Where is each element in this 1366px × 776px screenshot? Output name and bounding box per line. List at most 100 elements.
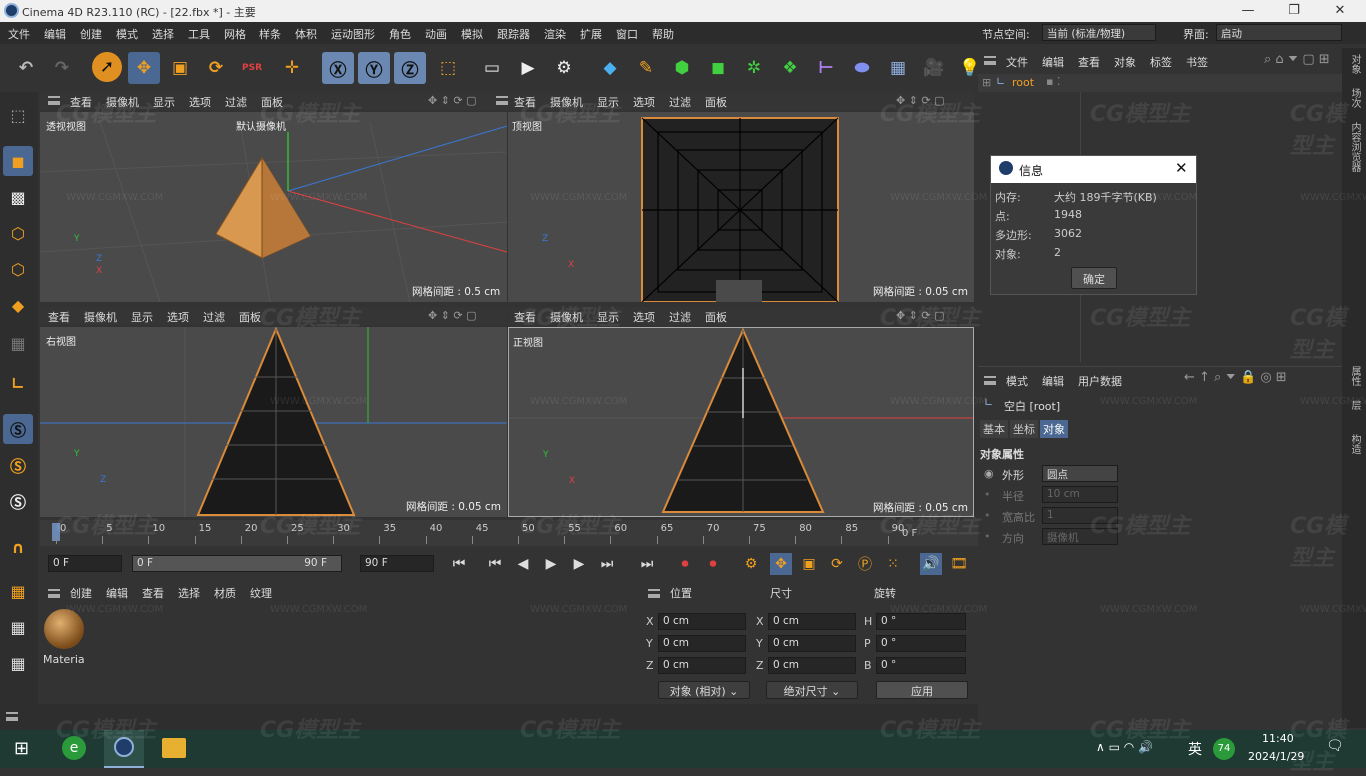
file-explorer-icon[interactable] [162,738,186,758]
mat-view-menu[interactable]: 查看 [142,585,164,601]
points-mode-icon[interactable]: ⬡ [3,218,33,248]
size-mode-select[interactable]: 绝对尺寸 ⌄ [766,681,858,699]
menu-character[interactable]: 角色 [389,26,411,42]
close-icon[interactable]: ✕ [1175,159,1188,177]
sound-icon[interactable]: 🔊 [920,553,942,575]
workplane-snap-icon[interactable]: Ⓢ [3,486,33,516]
previous-frame-icon[interactable]: ◀ [512,553,534,575]
start-frame-field[interactable]: 0 F [48,555,122,572]
windows-start-icon[interactable]: ⊞ [14,738,29,759]
attr-nav-icons[interactable]: ← ↑ ⌕ ⏷ 🔒 ◎ ⊞ [1184,370,1287,385]
mat-material-menu[interactable]: 材质 [214,585,236,601]
om-bookmarks-menu[interactable]: 书签 [1186,54,1208,70]
coord-field-rv-1[interactable]: 0 ° [876,635,966,652]
om-search-icons[interactable]: ⌕ ⌂ ⏷ ▢ ⊞ [1264,52,1330,67]
vp4-panel-menu[interactable]: 面板 [705,309,727,325]
key-rotation-icon[interactable]: ⟳ [826,553,848,575]
key-parameter-icon[interactable]: Ⓟ [854,553,876,575]
vp1-display-menu[interactable]: 显示 [153,94,175,110]
coord-field-pv-0[interactable]: 0 cm [658,613,746,630]
perspective-viewport[interactable]: 透视视图 默认摄像机 网格间距 : 0.5 cm Y Z X [40,112,507,302]
animate-dot-icon[interactable]: • [984,530,991,543]
axis-move-icon[interactable]: ✛ [276,52,308,84]
mat-create-menu[interactable]: 创建 [70,585,92,601]
end-frame-field[interactable]: 90 F [360,555,434,572]
film-icon[interactable]: 🎞 [948,553,970,575]
expand-icon[interactable]: ⊞ [982,76,991,89]
menu-tools[interactable]: 工具 [188,26,210,42]
right-tab[interactable]: 对象 [1347,54,1362,74]
z-axis-lock-icon[interactable]: Ⓩ [394,52,426,84]
key-scale-icon[interactable]: ▣ [798,553,820,575]
recent-tools-icon[interactable]: PSR [236,52,268,84]
menu-select[interactable]: 选择 [152,26,174,42]
material-thumbnail[interactable] [44,609,84,649]
interface-select[interactable]: 启动 [1216,24,1342,41]
magnet-icon[interactable]: ∩ [3,532,33,562]
prop-value[interactable]: 10 cm [1042,486,1118,503]
vp3-nav-icons[interactable]: ✥ ⇕ ⟳ ▢ [428,309,477,322]
menu-spline[interactable]: 样条 [259,26,281,42]
animate-dot-icon[interactable]: • [984,488,991,501]
om-view-menu[interactable]: 查看 [1078,54,1100,70]
go-to-end-icon[interactable]: ⏭ [636,553,658,575]
menu-mograph[interactable]: 运动图形 [331,26,375,42]
top-viewport[interactable]: 顶视图 网格间距 : 0.05 cm Z X [508,112,974,302]
go-to-start-icon[interactable]: ⏮ [448,553,470,575]
vp1-nav-icons[interactable]: ✥ ⇕ ⟳ ▢ [428,94,477,107]
visibility-dots-icon[interactable]: ▪ ⁚ [1046,75,1060,88]
menu-render[interactable]: 渲染 [544,26,566,42]
vp3-options-menu[interactable]: 选项 [167,309,189,325]
coord-field-sv-0[interactable]: 0 cm [768,613,856,630]
om-tags-menu[interactable]: 标签 [1150,54,1172,70]
extrude-icon[interactable]: ◼ [702,52,734,84]
grid-icon[interactable]: ▦ [3,648,33,678]
menu-extensions[interactable]: 扩展 [580,26,602,42]
move-tool-icon[interactable]: ✥ [128,52,160,84]
clock-time[interactable]: 11:40 [1262,732,1294,745]
mat-texture-menu[interactable]: 纹理 [250,585,272,601]
apply-button[interactable]: 应用 [876,681,968,699]
locked-workplane-icon[interactable]: ▦ [3,612,33,642]
objects-menu-icon[interactable] [984,56,996,65]
security-badge[interactable]: 74 [1213,738,1235,760]
polygons-mode-icon[interactable]: ◆ [3,290,33,320]
menu-animate[interactable]: 动画 [425,26,447,42]
vp3-view-menu[interactable]: 查看 [48,309,70,325]
animate-dot-icon[interactable]: ◉ [984,467,994,480]
vp2-options-menu[interactable]: 选项 [633,94,655,110]
render-picture-icon[interactable]: ▶ [512,52,544,84]
menu-volume[interactable]: 体积 [295,26,317,42]
coord-field-sv-1[interactable]: 0 cm [768,635,856,652]
record-key-icon[interactable]: ⏺ [674,553,696,575]
viewport-menu-icon[interactable] [496,96,508,105]
menu-window[interactable]: 窗口 [616,26,638,42]
coordinate-system-icon[interactable]: ⬚ [432,52,464,84]
right-tab[interactable]: 构造 [1347,434,1362,454]
snap-settings-icon[interactable]: Ⓢ [3,450,33,480]
key-settings-icon[interactable]: ⚙ [740,553,762,575]
cloner-icon[interactable]: ✲ [738,52,770,84]
om-file-menu[interactable]: 文件 [1006,54,1028,70]
field-icon[interactable]: ⬬ [846,52,878,84]
deformer-icon[interactable]: ⊢ [810,52,842,84]
tab-coords[interactable]: 坐标 [1010,420,1038,438]
coord-field-pv-2[interactable]: 0 cm [658,657,746,674]
close-button[interactable]: ✕ [1318,0,1362,22]
coord-field-rv-2[interactable]: 0 ° [876,657,966,674]
cube-icon[interactable]: ◆ [594,52,626,84]
y-axis-lock-icon[interactable]: Ⓨ [358,52,390,84]
edges-mode-icon[interactable]: ⬡ [3,254,33,284]
workplane-icon[interactable]: ▦ [3,576,33,606]
vp3-camera-menu[interactable]: 摄像机 [84,309,117,325]
tab-basic[interactable]: 基本 [980,420,1008,438]
redo-icon[interactable]: ↷ [46,52,78,84]
next-frame-icon[interactable]: ▶ [568,553,590,575]
frame-range-slider[interactable]: 0 F 90 F [132,555,342,572]
vp3-panel-menu[interactable]: 面板 [239,309,261,325]
vp1-filter-menu[interactable]: 过滤 [225,94,247,110]
attributes-menu-icon[interactable] [984,376,996,385]
vp1-options-menu[interactable]: 选项 [189,94,211,110]
om-edit-menu[interactable]: 编辑 [1042,54,1064,70]
om-object-menu[interactable]: 对象 [1114,54,1136,70]
